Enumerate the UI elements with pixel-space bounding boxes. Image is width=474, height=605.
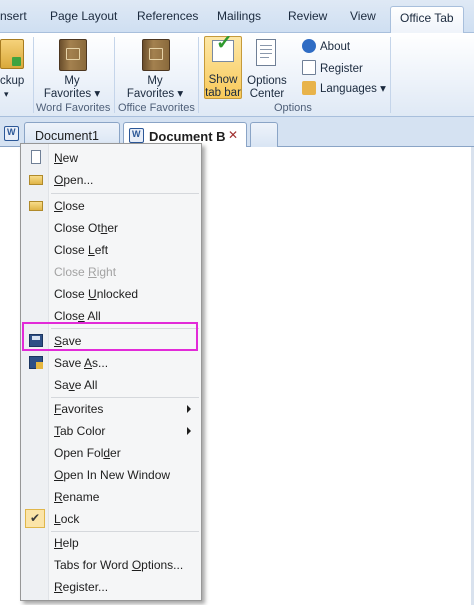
backup-label: ckup bbox=[0, 75, 25, 87]
menu-item-rename[interactable]: Rename bbox=[23, 486, 199, 507]
backup-dropdown-arrow: ▾ bbox=[4, 89, 9, 99]
office-my-favorites-label-1: My bbox=[147, 75, 163, 87]
languages-button[interactable]: Languages ▾ bbox=[302, 81, 386, 95]
tab-insert[interactable]: nsert bbox=[0, 9, 27, 23]
languages-icon bbox=[302, 81, 316, 95]
tab-page-layout[interactable]: Page Layout bbox=[50, 9, 117, 23]
languages-label: Languages ▾ bbox=[320, 83, 386, 95]
menu-item-new[interactable]: New bbox=[23, 147, 199, 168]
office-my-favorites-button[interactable]: My Favorites ▾ bbox=[123, 37, 187, 100]
group-word-favorites-label: Word Favorites bbox=[36, 102, 111, 114]
favorites-book-icon bbox=[59, 39, 87, 71]
submenu-arrow-icon bbox=[187, 427, 191, 435]
menu-item-close-other[interactable]: Close Other bbox=[23, 217, 199, 238]
word-my-favorites-label-1: My bbox=[64, 75, 80, 87]
menu-item-close-left[interactable]: Close Left bbox=[23, 239, 199, 260]
help-circle-icon bbox=[302, 39, 316, 53]
menu-item-close[interactable]: Close bbox=[23, 195, 199, 216]
favorites-book-icon bbox=[142, 39, 170, 71]
menu-item-close-unlocked[interactable]: Close Unlocked bbox=[23, 283, 199, 304]
word-document-icon bbox=[129, 128, 144, 143]
word-app-icon bbox=[4, 126, 19, 141]
word-my-favorites-label-2: Favorites ▾ bbox=[43, 88, 101, 100]
menu-item-open-new-window[interactable]: Open In New Window bbox=[23, 464, 199, 485]
about-button[interactable]: About bbox=[302, 39, 350, 53]
checkmark-icon: ✓ bbox=[212, 33, 234, 62]
lock-checkmark-icon: ✔ bbox=[25, 509, 45, 528]
menu-item-open[interactable]: Open... bbox=[23, 169, 199, 190]
menu-item-lock[interactable]: ✔ Lock bbox=[23, 508, 199, 529]
ribbon-tab-strip: nsert Page Layout References Mailings Re… bbox=[0, 0, 474, 34]
submenu-arrow-icon bbox=[187, 405, 191, 413]
group-options-label: Options bbox=[274, 102, 312, 114]
document-tab-document1-label: Document1 bbox=[35, 129, 99, 143]
document-tab-document-b-label: Document B bbox=[149, 129, 226, 144]
menu-item-help[interactable]: Help bbox=[23, 532, 199, 553]
tab-office-tab[interactable]: Office Tab bbox=[390, 6, 464, 34]
options-center-label-1: Options bbox=[247, 75, 287, 87]
show-tab-bar-button[interactable]: ✓ Show tab bar bbox=[204, 33, 242, 99]
new-document-icon bbox=[28, 150, 44, 165]
tab-references[interactable]: References bbox=[137, 9, 198, 23]
tab-view[interactable]: View bbox=[350, 9, 376, 23]
backup-icon bbox=[0, 39, 24, 69]
register-label: Register bbox=[320, 63, 363, 75]
about-label: About bbox=[320, 41, 351, 53]
register-button[interactable]: Register bbox=[302, 60, 363, 75]
menu-item-open-folder[interactable]: Open Folder bbox=[23, 442, 199, 463]
office-my-favorites-label-2: Favorites ▾ bbox=[126, 88, 184, 100]
tab-review[interactable]: Review bbox=[288, 9, 327, 23]
tab-context-menu: New Open... Close Close Other Close Left… bbox=[20, 143, 202, 601]
close-tab-icon[interactable]: ✕ bbox=[228, 128, 238, 142]
options-document-icon bbox=[256, 39, 276, 66]
register-document-icon bbox=[302, 60, 316, 75]
menu-item-favorites[interactable]: Favorites bbox=[23, 398, 199, 419]
open-folder-icon bbox=[28, 172, 44, 187]
menu-item-tabs-options[interactable]: Tabs for Word Options... bbox=[23, 554, 199, 575]
menu-item-save-all[interactable]: Save All bbox=[23, 374, 199, 395]
options-center-label-2: Center bbox=[249, 88, 285, 100]
tab-mailings[interactable]: Mailings bbox=[217, 9, 261, 23]
menu-item-save-as[interactable]: Save As... bbox=[23, 352, 199, 373]
menu-item-register[interactable]: Register... bbox=[23, 576, 199, 597]
group-office-favorites-label: Office Favorites bbox=[118, 102, 195, 114]
save-as-icon bbox=[28, 355, 44, 370]
menu-item-close-right: Close Right bbox=[54, 265, 117, 279]
save-highlight-box bbox=[22, 322, 198, 351]
word-my-favorites-button[interactable]: My Favorites ▾ bbox=[40, 37, 104, 100]
close-folder-icon bbox=[28, 198, 44, 213]
options-center-button[interactable]: Options Center bbox=[244, 37, 290, 100]
menu-item-tab-color[interactable]: Tab Color bbox=[23, 420, 199, 441]
show-tab-bar-label-2: tab bar bbox=[205, 87, 241, 99]
ribbon: ckup ▾ My Favorites ▾ Word Favorites My … bbox=[0, 33, 474, 117]
new-tab-button[interactable] bbox=[250, 122, 278, 147]
show-tab-bar-label-1: Show bbox=[208, 74, 238, 86]
